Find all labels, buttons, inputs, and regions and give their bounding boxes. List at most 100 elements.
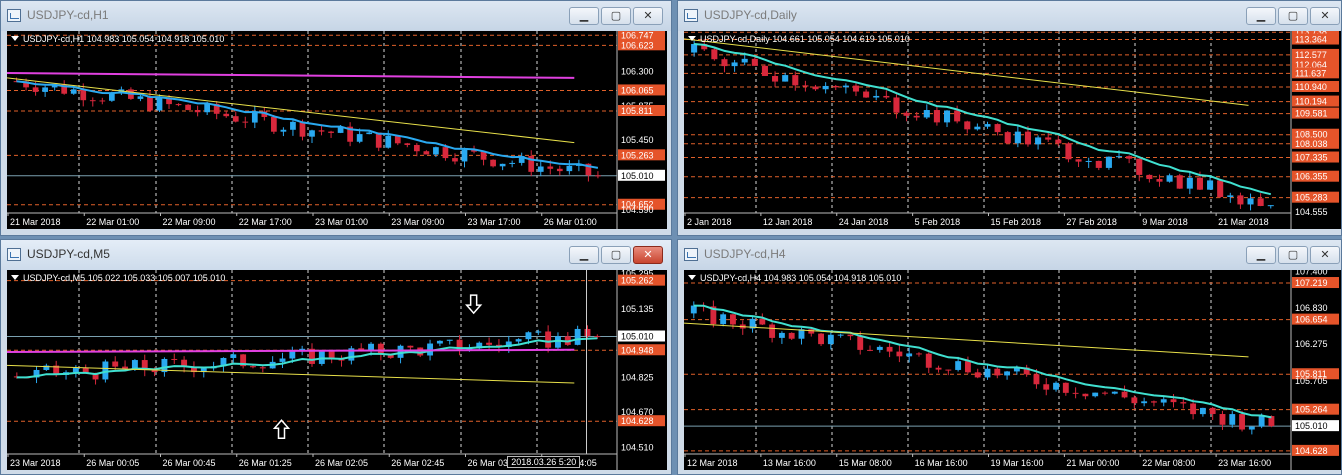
candle-body — [595, 175, 601, 177]
candle-body — [711, 49, 718, 60]
candle-body — [204, 103, 211, 113]
maximize-button[interactable]: ▢ — [601, 246, 631, 264]
candle-body — [1257, 198, 1264, 207]
time-tick-label: 12 Mar 2018 — [687, 458, 738, 468]
title-bar[interactable]: USDJPY-cd,M5 ▁ ▢ ✕ — [1, 240, 671, 270]
candle-body — [584, 328, 591, 337]
minimize-button[interactable]: ▁ — [569, 246, 599, 264]
candle-body — [108, 93, 115, 101]
symbol-ohlc-label: USDJPY-cd,H4 104.983 105.054 104.918 105… — [700, 273, 902, 283]
price-tick-label: 104.590 — [621, 205, 654, 215]
price-tick-label: 107.400 — [1295, 270, 1328, 276]
candle-body — [509, 162, 516, 164]
candle-body — [1267, 205, 1274, 207]
candle-body — [1258, 416, 1265, 427]
candle-body — [984, 124, 991, 127]
candle-body — [772, 75, 779, 82]
candle-body — [933, 110, 940, 123]
candle-body — [1229, 414, 1236, 425]
candle-body — [1085, 160, 1092, 162]
minimize-button[interactable]: ▁ — [1246, 7, 1276, 25]
candle-body — [242, 121, 249, 123]
minimize-button[interactable]: ▁ — [569, 7, 599, 25]
maximize-button[interactable]: ▢ — [1278, 7, 1308, 25]
chart-header: USDJPY-cd,M5 105.022 105.033 105.007 105… — [11, 273, 225, 283]
chart-window-icon — [7, 248, 21, 261]
moving-average-slow — [684, 322, 1249, 358]
candle-body — [490, 159, 496, 167]
chart-area[interactable]: 113.738113.364112.577112.064111.637110.9… — [684, 31, 1341, 229]
chart-area[interactable]: 107.400 107.219 106.830 106.654 106.275 105.8… — [684, 270, 1341, 470]
price-chart: 106.747106.623106.300106.065105.875105.8… — [7, 31, 667, 229]
moving-average-slow — [7, 72, 575, 79]
title-bar[interactable]: USDJPY-cd,H1 ▁ ▢ ✕ — [1, 1, 671, 31]
candle-body — [691, 43, 698, 53]
candle-body — [886, 346, 893, 352]
candle-body — [80, 89, 87, 101]
chart-area[interactable]: 105.295 105.262 105.135 105.010 104.948 104.8… — [7, 270, 667, 470]
close-button[interactable]: ✕ — [633, 7, 663, 25]
chart-area[interactable]: 106.747106.623106.300106.065105.875105.8… — [7, 31, 667, 229]
close-button[interactable]: ✕ — [1310, 7, 1340, 25]
dropdown-triangle-icon[interactable] — [688, 36, 696, 41]
candle-body — [535, 331, 542, 333]
candle-body — [147, 96, 153, 111]
price-tick-label: 110.194 — [1295, 97, 1327, 107]
candle-body — [690, 305, 697, 314]
candle-body — [446, 339, 453, 341]
candle-body — [131, 360, 138, 369]
candle-body — [883, 95, 890, 98]
candle-body — [896, 351, 903, 357]
maximize-button[interactable]: ▢ — [601, 7, 631, 25]
time-tick-label: 24 Jan 2018 — [839, 217, 889, 227]
candle-body — [156, 97, 163, 111]
candle-body — [32, 87, 39, 92]
price-tick-label: 106.654 — [1295, 315, 1328, 325]
candle-body — [1035, 137, 1042, 145]
time-tick-label: 2 Jan 2018 — [687, 217, 732, 227]
candle-body — [812, 86, 819, 90]
candle-body — [385, 135, 392, 148]
symbol-ohlc-label: USDJPY-cd,M5 105.022 105.033 105.007 105… — [23, 273, 226, 283]
close-button[interactable]: ✕ — [633, 246, 663, 264]
title-bar[interactable]: USDJPY-cd,Daily ▁ ▢ ✕ — [678, 1, 1341, 31]
time-tick-label: 16 Mar 16:00 — [915, 458, 968, 468]
candle-body — [375, 132, 382, 148]
candle-body — [832, 85, 839, 88]
maximize-button[interactable]: ▢ — [1278, 246, 1308, 264]
price-tick-label: 105.450 — [621, 135, 654, 145]
candle-body — [1190, 403, 1197, 415]
time-tick-label: 21 Mar 2018 — [1218, 217, 1269, 227]
time-tick-label: 23 Mar 17:00 — [468, 217, 521, 227]
candle-body — [1004, 132, 1011, 144]
price-tick-label: 105.010 — [621, 171, 654, 181]
candle-body — [1209, 407, 1216, 415]
minimize-button[interactable]: ▁ — [1246, 246, 1276, 264]
price-chart: 113.738113.364112.577112.064111.637110.9… — [684, 31, 1341, 229]
candle-body — [778, 332, 785, 338]
price-tick-label: 107.335 — [1295, 153, 1328, 163]
candle-body — [452, 158, 458, 162]
dropdown-triangle-icon[interactable] — [11, 36, 19, 41]
candle-body — [271, 116, 277, 132]
candle-body — [442, 147, 449, 159]
price-tick-label: 105.262 — [621, 276, 654, 286]
price-tick-label: 104.628 — [1295, 446, 1328, 456]
candle-body — [461, 149, 468, 162]
buy-arrow-icon — [272, 419, 291, 439]
close-button[interactable]: ✕ — [1310, 246, 1340, 264]
candle-body — [955, 361, 962, 370]
candle-body — [356, 134, 363, 142]
moving-average-fast — [16, 80, 599, 169]
candle-body — [876, 346, 883, 350]
candle-body — [566, 165, 573, 172]
candle-body — [299, 121, 306, 137]
dropdown-triangle-icon[interactable] — [11, 275, 19, 280]
dropdown-triangle-icon[interactable] — [688, 275, 696, 280]
time-tick-label: 26 Mar 00:05 — [86, 458, 139, 468]
title-bar[interactable]: USDJPY-cd,H4 ▁ ▢ ✕ — [678, 240, 1341, 270]
price-tick-label: 109.581 — [1295, 109, 1328, 119]
candle-body — [280, 129, 287, 132]
candle-body — [1045, 137, 1052, 140]
price-tick-label: 105.264 — [1295, 405, 1328, 415]
